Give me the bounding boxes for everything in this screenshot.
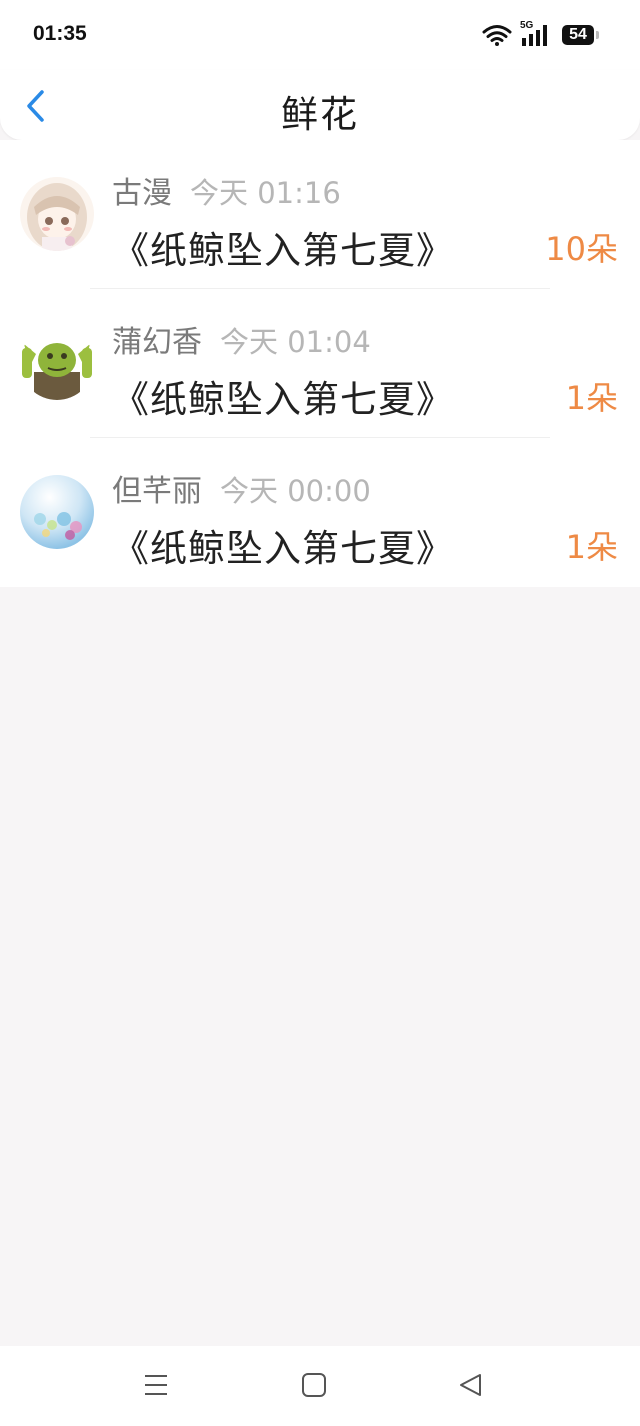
timestamp: 今天 00:00 — [220, 474, 371, 508]
list-item[interactable]: 但芊丽 今天 00:00 《纸鲸坠入第七夏》 1朵 — [0, 438, 640, 587]
user-name[interactable]: 但芊丽 — [112, 466, 202, 510]
menu-icon[interactable] — [141, 1372, 171, 1398]
item-meta: 蒲幻香 今天 01:04 — [112, 317, 371, 361]
page-title: 鲜花 — [281, 93, 359, 136]
item-meta: 古漫 今天 01:16 — [112, 168, 341, 212]
battery-icon: 54 — [562, 25, 599, 45]
signal-icon: 5G — [520, 20, 554, 48]
user-name[interactable]: 古漫 — [112, 168, 172, 212]
list-item[interactable]: 蒲幻香 今天 01:04 《纸鲸坠入第七夏》 1朵 — [0, 289, 640, 438]
status-bar: 01:35 5G 54 — [0, 0, 640, 72]
timestamp: 今天 01:16 — [190, 176, 341, 210]
header: 鲜花 — [0, 70, 640, 140]
book-title: 《纸鲸坠入第七夏》 — [112, 527, 454, 570]
status-icons: 5G 54 — [482, 20, 599, 48]
avatar[interactable] — [20, 177, 94, 251]
list-item[interactable]: 古漫 今天 01:16 《纸鲸坠入第七夏》 10朵 — [0, 140, 640, 289]
status-time: 01:35 — [33, 22, 87, 45]
flower-list: 古漫 今天 01:16 《纸鲸坠入第七夏》 10朵 蒲幻香 今天 01:04 《… — [0, 140, 640, 587]
timestamp: 今天 01:04 — [220, 325, 371, 359]
avatar[interactable] — [20, 326, 94, 400]
battery-level: 54 — [569, 26, 587, 43]
flower-count: 1朵 — [565, 379, 618, 417]
flower-count: 10朵 — [545, 230, 618, 268]
back-triangle-icon[interactable] — [456, 1372, 486, 1398]
book-title: 《纸鲸坠入第七夏》 — [112, 378, 454, 421]
avatar[interactable] — [20, 475, 94, 549]
home-icon[interactable] — [299, 1372, 329, 1398]
book-title: 《纸鲸坠入第七夏》 — [112, 229, 454, 272]
system-nav-bar — [0, 1346, 640, 1426]
item-meta: 但芊丽 今天 00:00 — [112, 466, 371, 510]
wifi-icon — [482, 25, 512, 46]
user-name[interactable]: 蒲幻香 — [112, 317, 202, 361]
flower-count: 1朵 — [565, 528, 618, 566]
